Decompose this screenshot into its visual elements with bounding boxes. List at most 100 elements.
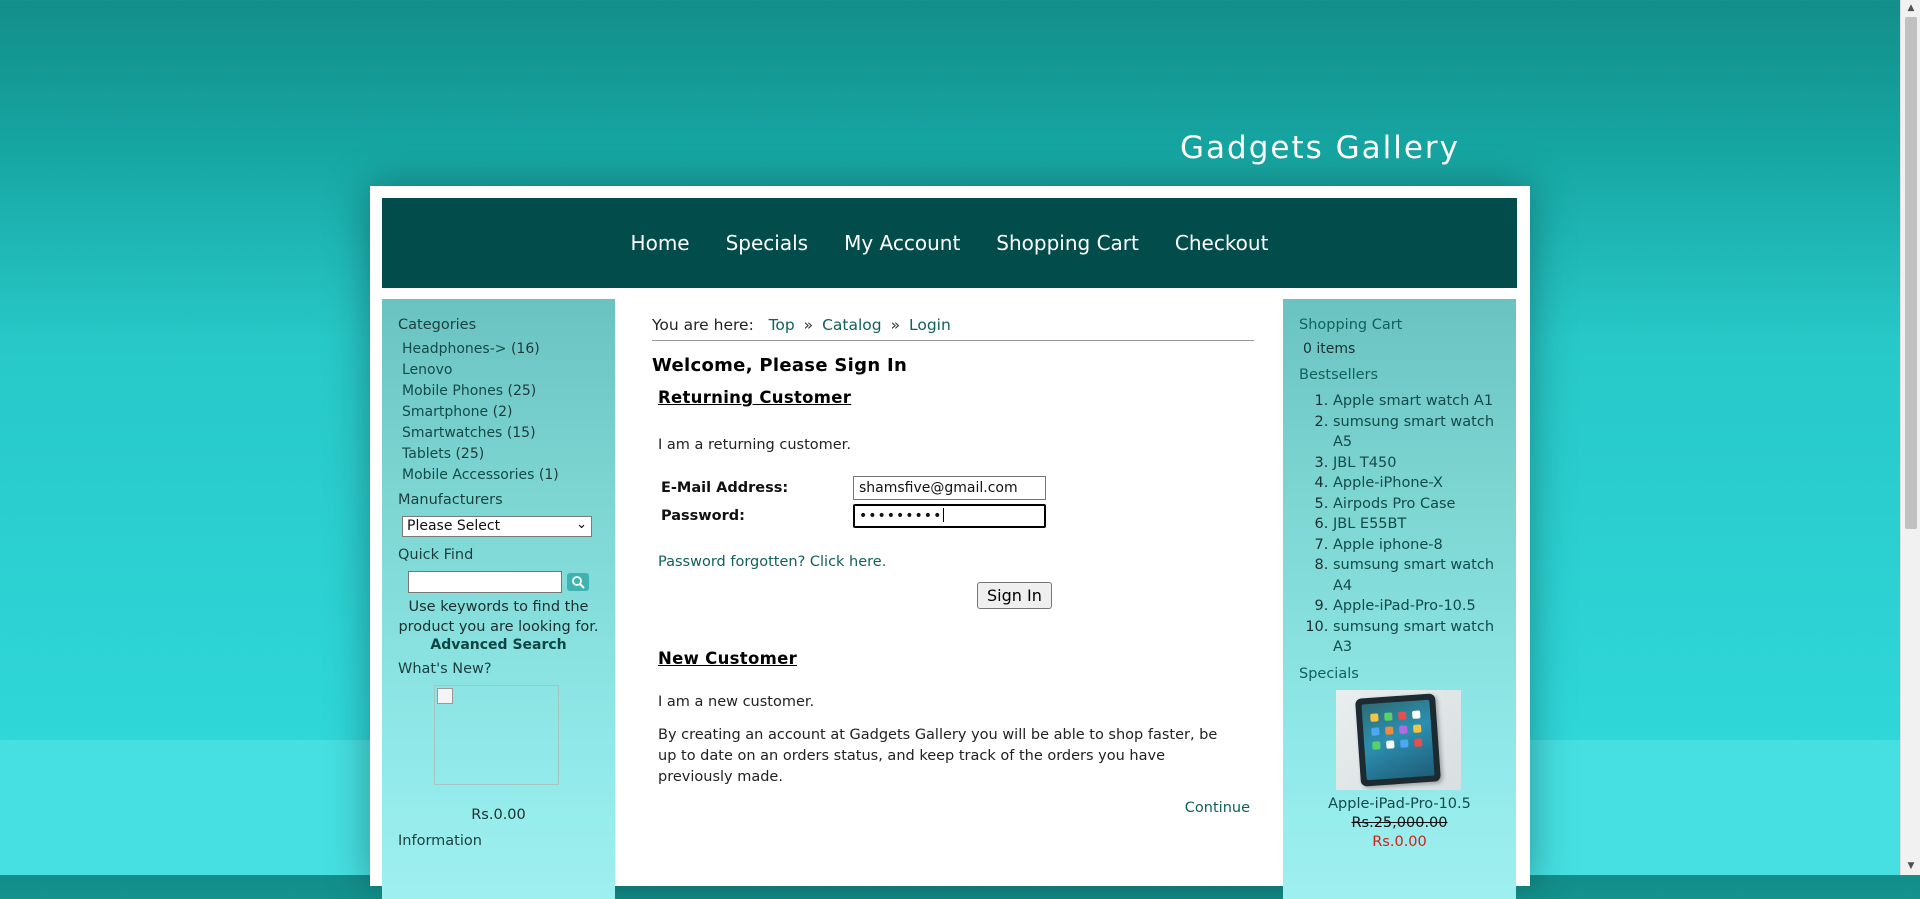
category-item: Smartphone (2): [402, 404, 599, 421]
bestseller-link[interactable]: Apple-iPhone-X: [1333, 475, 1443, 491]
quick-find-heading: Quick Find: [398, 547, 474, 563]
scroll-down-arrow-icon[interactable]: ▼: [1901, 858, 1920, 875]
password-mask: •••••••••: [859, 508, 943, 524]
category-count: (1): [538, 467, 559, 483]
special-product-name[interactable]: Apple-iPad-Pro-10.5: [1299, 796, 1500, 812]
categories-heading: Categories: [398, 317, 477, 333]
shopping-cart-heading[interactable]: Shopping Cart: [1299, 317, 1500, 333]
category-item: Tablets (25): [402, 446, 599, 463]
category-item: Smartwatches (15): [402, 425, 599, 442]
sign-in-row: Sign In: [977, 582, 1254, 609]
nav-shopping-cart[interactable]: Shopping Cart: [996, 231, 1139, 255]
whats-new-price: Rs.0.00: [471, 807, 526, 823]
password-label: Password:: [661, 508, 745, 524]
specials-heading[interactable]: Specials: [1299, 666, 1500, 682]
breadcrumb-catalog[interactable]: Catalog: [822, 316, 882, 334]
page-scrollbar[interactable]: ▲ ▼: [1900, 0, 1920, 875]
manufacturers-heading: Manufacturers: [398, 492, 503, 508]
nav-checkout[interactable]: Checkout: [1175, 231, 1269, 255]
information-heading: Information: [398, 833, 482, 849]
bestseller-link[interactable]: Apple smart watch A1: [1333, 393, 1493, 409]
scroll-up-arrow-icon[interactable]: ▲: [1901, 0, 1920, 17]
category-link-tablets[interactable]: Tablets: [402, 446, 451, 462]
category-link-mobile-accessories[interactable]: Mobile Accessories: [402, 467, 534, 483]
search-icon: [572, 576, 585, 589]
site-title[interactable]: Gadgets Gallery: [1180, 130, 1460, 166]
manufacturers-select[interactable]: Please Select ⌄: [402, 516, 592, 537]
category-link-mobile-phones[interactable]: Mobile Phones: [402, 383, 503, 399]
category-link-smartphone[interactable]: Smartphone: [402, 404, 488, 420]
tablet-screen: [1361, 699, 1435, 780]
sign-in-button[interactable]: Sign In: [977, 582, 1052, 609]
breadcrumb-separator: »: [803, 316, 814, 334]
breadcrumb-separator: »: [890, 316, 901, 334]
bestseller-link[interactable]: JBL T450: [1333, 455, 1396, 471]
app-icon: [1399, 738, 1409, 748]
continue-row: Continue: [652, 800, 1254, 816]
email-label: E-Mail Address:: [661, 480, 789, 496]
list-item: JBL T450: [1333, 453, 1500, 474]
scrollbar-thumb[interactable]: [1905, 17, 1917, 529]
quick-find-search-button[interactable]: [567, 573, 589, 591]
main-navigation: Home Specials My Account Shopping Cart C…: [382, 198, 1517, 288]
bestseller-link[interactable]: Apple-iPad-Pro-10.5: [1333, 598, 1476, 614]
quick-find-row: [408, 571, 599, 593]
special-product-image[interactable]: [1336, 689, 1461, 790]
category-count: (15): [506, 425, 536, 441]
page-title: Welcome, Please Sign In: [652, 355, 908, 376]
app-icon: [1385, 725, 1394, 735]
bestseller-link[interactable]: sumsung smart watch A5: [1333, 414, 1494, 451]
new-customer-intro: I am a new customer.: [658, 694, 815, 710]
nav-specials[interactable]: Specials: [726, 231, 808, 255]
list-item: JBL E55BT: [1333, 514, 1500, 535]
breadcrumb-top[interactable]: Top: [769, 316, 795, 334]
breadcrumb: You are here: Top » Catalog » Login: [652, 316, 1254, 341]
app-icon: [1399, 724, 1408, 734]
forgot-password-row: Password forgotten? Click here.: [658, 554, 1254, 570]
password-field[interactable]: •••••••••: [853, 504, 1046, 528]
new-customer-title: New Customer: [658, 649, 798, 668]
main-content: You are here: Top » Catalog » Login Welc…: [642, 299, 1264, 899]
bestsellers-list: Apple smart watch A1 sumsung smart watch…: [1299, 391, 1500, 658]
category-item: Mobile Accessories (1): [402, 467, 599, 484]
continue-link[interactable]: Continue: [1185, 800, 1250, 816]
app-icon: [1372, 740, 1381, 750]
category-count: (25): [455, 446, 485, 462]
category-link-headphones[interactable]: Headphones->: [402, 341, 507, 357]
returning-customer-title: Returning Customer: [658, 388, 852, 407]
breadcrumb-login[interactable]: Login: [909, 316, 951, 334]
whats-new-heading[interactable]: What's New?: [398, 661, 599, 677]
category-count: (25): [507, 383, 537, 399]
category-item: Lenovo: [402, 362, 599, 379]
app-icon: [1412, 709, 1421, 719]
advanced-search-link[interactable]: Advanced Search: [398, 637, 599, 653]
returning-customer-intro: I am a returning customer.: [658, 437, 851, 453]
special-new-price: Rs.0.00: [1372, 833, 1427, 850]
category-list: Headphones-> (16) Lenovo Mobile Phones (…: [398, 341, 599, 484]
list-item: sumsung smart watch A3: [1333, 617, 1500, 658]
bestseller-link[interactable]: Apple iphone-8: [1333, 537, 1443, 553]
quick-find-input[interactable]: [408, 571, 562, 593]
bestseller-link[interactable]: sumsung smart watch A4: [1333, 557, 1494, 594]
right-sidebar: Shopping Cart 0 items Bestsellers Apple …: [1283, 299, 1516, 899]
forgot-password-link[interactable]: Password forgotten? Click here.: [658, 554, 886, 570]
category-count: (2): [492, 404, 513, 420]
bestsellers-heading: Bestsellers: [1299, 367, 1379, 383]
page-container: Home Specials My Account Shopping Cart C…: [370, 186, 1530, 899]
cart-item-count: 0 items: [1303, 341, 1356, 357]
manufacturers-selected-value: Please Select: [407, 518, 501, 534]
quick-find-help-text: Use keywords to find the product you are…: [398, 599, 599, 635]
list-item: Apple-iPhone-X: [1333, 473, 1500, 494]
bestseller-link[interactable]: Airpods Pro Case: [1333, 496, 1455, 512]
email-field[interactable]: shamsfive@gmail.com: [853, 476, 1046, 500]
category-item: Mobile Phones (25): [402, 383, 599, 400]
nav-home[interactable]: Home: [631, 231, 690, 255]
bestseller-link[interactable]: JBL E55BT: [1333, 516, 1406, 532]
bestseller-link[interactable]: sumsung smart watch A3: [1333, 619, 1494, 656]
category-link-lenovo[interactable]: Lenovo: [402, 362, 452, 378]
nav-my-account[interactable]: My Account: [844, 231, 960, 255]
broken-image-icon: [437, 688, 453, 704]
whats-new-product-image[interactable]: [434, 685, 559, 785]
email-row: E-Mail Address: shamsfive@gmail.com: [661, 476, 1254, 500]
category-link-smartwatches[interactable]: Smartwatches: [402, 425, 502, 441]
